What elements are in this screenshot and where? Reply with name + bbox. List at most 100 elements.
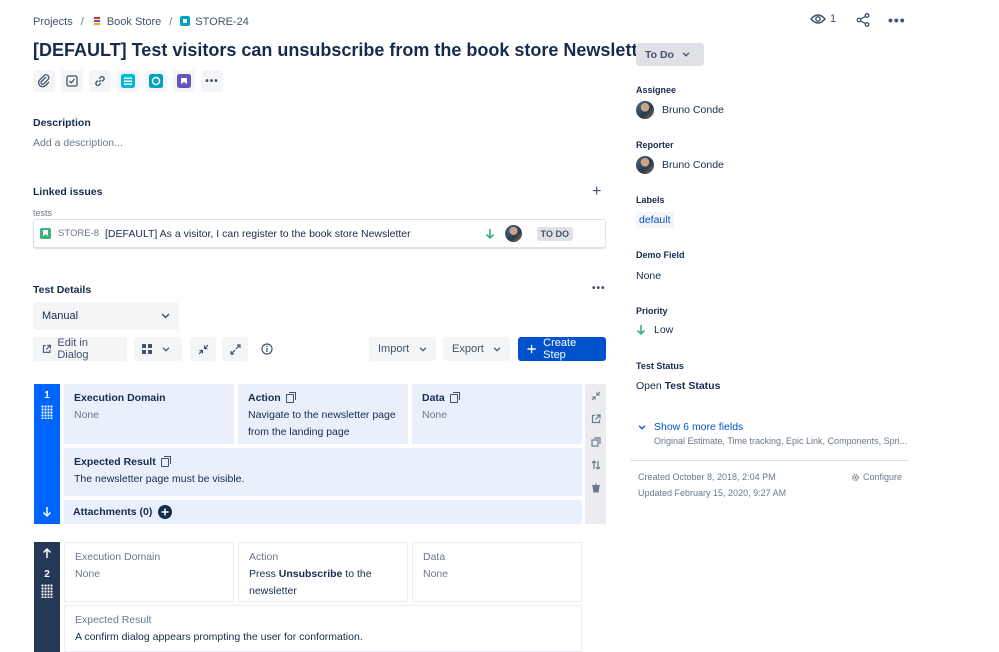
open-step-icon[interactable]: [591, 414, 601, 424]
status-label: To Do: [645, 48, 674, 61]
breadcrumb-projects[interactable]: Projects: [33, 16, 73, 28]
issue-title[interactable]: [DEFAULT] Test visitors can unsubscribe …: [33, 40, 654, 61]
execution-domain-value: None: [75, 568, 101, 580]
expected-label: Expected Result: [74, 456, 156, 468]
test-type-select[interactable]: Manual: [33, 302, 179, 330]
label-tag[interactable]: default: [636, 212, 674, 228]
execution-domain-value: None: [74, 409, 100, 421]
copy-icon[interactable]: [285, 392, 296, 403]
step-1-expected-result[interactable]: Expected Result The newsletter page must…: [64, 448, 582, 496]
step-1-execution-domain[interactable]: Execution Domain None: [64, 384, 234, 444]
priority-field[interactable]: Low: [636, 324, 673, 336]
step-2-action[interactable]: Action Press Unsubscribe to the newslett…: [238, 542, 408, 602]
create-step-button[interactable]: Create Step: [518, 337, 606, 361]
execution-domain-label: Execution Domain: [74, 392, 166, 404]
breadcrumb-issue-key: STORE-24: [195, 16, 249, 28]
create-step-label: Create Step: [543, 337, 577, 361]
collapse-step-icon[interactable]: [591, 391, 601, 401]
step-1-bar[interactable]: 1: [34, 384, 60, 524]
description-field[interactable]: Add a description...: [33, 137, 123, 149]
linked-issue-summary[interactable]: [DEFAULT] As a visitor, I can register t…: [105, 228, 411, 240]
expected-header: Expected Result: [74, 454, 572, 471]
watch-button[interactable]: 1: [810, 13, 836, 25]
drag-handle-icon[interactable]: [41, 584, 53, 598]
configure-label: Configure: [863, 472, 903, 482]
add-attachment-icon[interactable]: [158, 505, 173, 519]
assignee-label: Assignee: [636, 85, 677, 95]
drag-handle-icon[interactable]: [41, 405, 53, 419]
status-transition-button[interactable]: To Do: [636, 43, 704, 66]
show-more-fields[interactable]: Show 6 more fields: [638, 421, 743, 433]
grid-layout-icon: [142, 344, 152, 354]
step-2-data[interactable]: Data None: [412, 542, 582, 602]
layout-select-button[interactable]: [134, 337, 182, 361]
import-button[interactable]: Import: [369, 337, 436, 361]
trash-icon[interactable]: [591, 483, 601, 493]
info-icon[interactable]: [261, 343, 273, 355]
breadcrumb-separator: /: [169, 16, 173, 28]
project-icon: [91, 16, 102, 26]
execution-domain-label: Execution Domain: [75, 551, 161, 563]
test-status-value[interactable]: Open Test Status: [636, 380, 720, 392]
breadcrumb-project[interactable]: Book Store: [91, 16, 162, 28]
action-value: Press Unsubscribe to the newsletter: [249, 566, 397, 600]
expected-value: A confirm dialog appears prompting the u…: [75, 631, 363, 643]
breadcrumb: Projects / Book Store / STORE-24: [33, 14, 249, 30]
reporter-name: Bruno Conde: [662, 159, 724, 171]
app-action-button[interactable]: [117, 70, 139, 92]
export-button[interactable]: Export: [443, 337, 510, 361]
step-1-action[interactable]: Action Navigate to the newsletter page f…: [238, 384, 408, 444]
configure-button[interactable]: Configure: [851, 472, 902, 482]
action-bold: Unsubscribe: [278, 568, 343, 580]
data-value: None: [422, 409, 448, 421]
linked-issue-row[interactable]: STORE-8 [DEFAULT] As a visitor, I can re…: [33, 219, 606, 248]
step-1-data[interactable]: Data None: [412, 384, 582, 444]
add-linked-issue-icon[interactable]: +: [592, 183, 601, 201]
step-2-expected-result[interactable]: Expected Result A confirm dialog appears…: [64, 605, 582, 652]
clone-step-icon[interactable]: [591, 437, 601, 447]
story-icon: [40, 228, 51, 239]
test-details-more-icon[interactable]: •••: [592, 283, 606, 294]
action-prefix: Press: [249, 568, 279, 580]
edit-in-dialog-button[interactable]: Edit in Dialog: [33, 337, 127, 361]
chevron-down-icon: [493, 346, 501, 352]
attach-button[interactable]: [33, 70, 55, 92]
linked-issue-key[interactable]: STORE-8: [58, 228, 99, 239]
eye-icon: [810, 14, 826, 24]
breadcrumb-project-label: Book Store: [106, 16, 162, 28]
data-label: Data: [422, 392, 445, 404]
app-action-button[interactable]: [145, 70, 167, 92]
step-2-bar[interactable]: 2: [34, 542, 60, 652]
arrow-down-icon[interactable]: [42, 506, 52, 518]
assignee-name: Bruno Conde: [662, 104, 724, 116]
move-step-icon[interactable]: [591, 460, 601, 470]
share-icon[interactable]: [856, 13, 870, 27]
more-actions-icon[interactable]: •••: [888, 12, 906, 28]
test-type-value: Manual: [42, 310, 79, 322]
demo-field-value[interactable]: None: [636, 270, 661, 282]
paperclip-icon: [37, 74, 50, 88]
expand-icon: [229, 343, 241, 355]
link-issue-button[interactable]: [89, 70, 111, 92]
export-label: Export: [452, 343, 484, 355]
attachments-label: Attachments (0): [73, 505, 153, 518]
updated-timestamp: Updated February 15, 2020, 9:27 AM: [638, 488, 787, 498]
confluence-app-icon: [149, 74, 163, 88]
breadcrumb-issue[interactable]: STORE-24: [180, 16, 249, 28]
assignee-field[interactable]: Bruno Conde: [636, 101, 724, 119]
add-subtask-button[interactable]: [61, 70, 83, 92]
created-timestamp: Created October 8, 2018, 2:04 PM: [638, 472, 776, 482]
test-status-bold: Test Status: [664, 380, 721, 392]
arrow-up-icon[interactable]: [42, 547, 52, 559]
reporter-field[interactable]: Bruno Conde: [636, 156, 724, 174]
copy-icon[interactable]: [160, 456, 171, 467]
more-icon: •••: [205, 75, 219, 87]
expand-button[interactable]: [222, 337, 248, 361]
linked-issues-heading: Linked issues: [33, 186, 103, 198]
more-apps-button[interactable]: •••: [201, 70, 223, 92]
collapse-button[interactable]: [190, 337, 216, 361]
app-action-button[interactable]: [173, 70, 195, 92]
copy-icon[interactable]: [449, 392, 460, 403]
step-2-execution-domain[interactable]: Execution Domain None: [64, 542, 234, 602]
action-header: Action: [248, 390, 398, 407]
